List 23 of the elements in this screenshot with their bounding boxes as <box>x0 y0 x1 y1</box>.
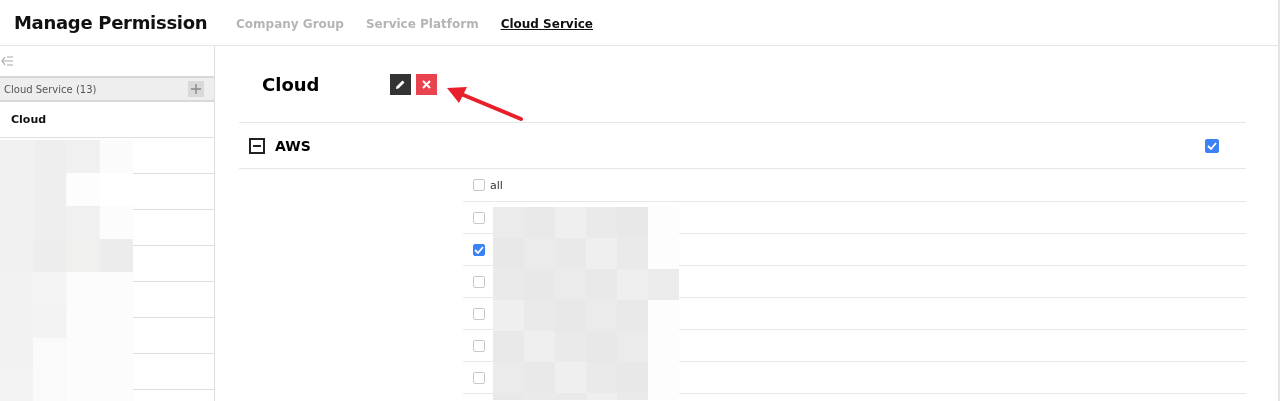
checkbox[interactable] <box>473 275 485 288</box>
delete-button[interactable] <box>416 73 437 95</box>
checkbox[interactable] <box>473 307 485 320</box>
checkbox[interactable] <box>473 371 485 384</box>
page-title: Manage Permission <box>14 12 209 33</box>
plus-icon <box>191 84 201 94</box>
checkbox[interactable] <box>1205 138 1219 153</box>
group-label: Cloud Service (13) <box>4 83 97 95</box>
add-button[interactable] <box>188 81 204 97</box>
close-icon <box>422 79 431 89</box>
detail-title: Cloud <box>262 73 321 95</box>
checkbox[interactable] <box>473 339 485 352</box>
pencil-icon <box>395 78 406 90</box>
edit-button[interactable] <box>390 73 411 95</box>
checkbox[interactable] <box>473 243 485 256</box>
collapse-toggle[interactable] <box>249 137 265 154</box>
checkbox[interactable] <box>473 179 485 191</box>
tab[interactable]: Cloud Service <box>500 16 593 31</box>
sidebar-item[interactable]: Cloud <box>0 102 214 138</box>
checkbox[interactable] <box>473 211 485 224</box>
collapse-icon[interactable] <box>1 56 14 66</box>
option-label: all <box>490 178 503 192</box>
section-label: AWS <box>275 137 312 154</box>
